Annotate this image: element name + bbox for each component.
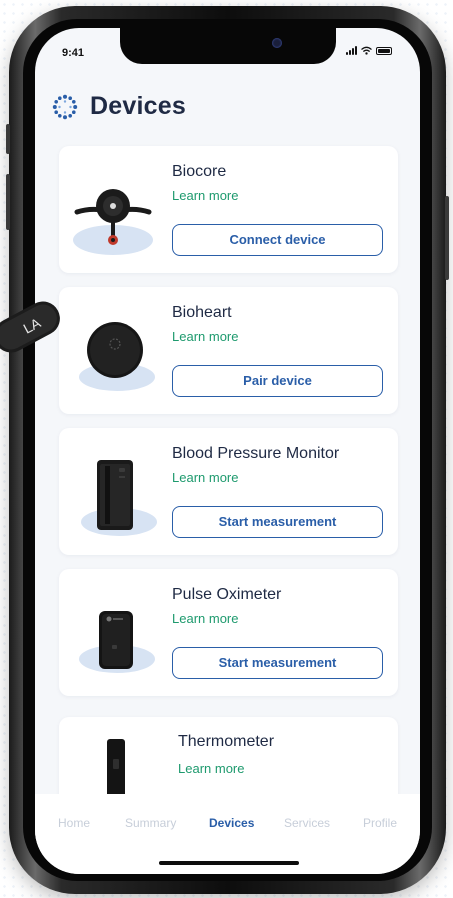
learn-more-link[interactable]: Learn more: [172, 470, 238, 485]
learn-more-link[interactable]: Learn more: [178, 761, 244, 776]
blood-pressure-monitor-image: [81, 460, 157, 536]
bottom-tab-bar: Home Summary Devices Services Profile: [35, 794, 420, 874]
tab-home[interactable]: Home: [58, 816, 90, 830]
side-button: [6, 124, 10, 154]
floating-badge: LA: [0, 301, 60, 353]
tab-summary[interactable]: Summary: [125, 816, 176, 830]
tab-devices[interactable]: Devices: [209, 816, 254, 830]
status-time: 9:41: [62, 47, 85, 59]
bioheart-device-image: [79, 322, 155, 391]
page-title: Devices: [90, 92, 186, 120]
device-card-bioheart: Bioheart Learn more Pair device: [59, 287, 398, 414]
connect-device-button[interactable]: Connect device: [172, 224, 383, 256]
status-icons: [346, 46, 392, 55]
learn-more-link[interactable]: Learn more: [172, 611, 238, 626]
tab-services[interactable]: Services: [284, 816, 330, 830]
wifi-icon: [361, 46, 372, 55]
learn-more-link[interactable]: Learn more: [172, 188, 238, 203]
page-header: Devices: [52, 92, 186, 121]
device-card-biocore: Biocore Learn more Connect device: [59, 146, 398, 273]
battery-icon: [376, 46, 392, 55]
device-name: Thermometer: [178, 733, 275, 750]
notch: [120, 28, 336, 64]
start-measurement-button[interactable]: Start measurement: [172, 506, 383, 538]
device-card-blood-pressure-monitor: Blood Pressure Monitor Learn more Start …: [59, 428, 398, 555]
tab-profile[interactable]: Profile: [363, 816, 397, 830]
start-measurement-button[interactable]: Start measurement: [172, 647, 383, 679]
camera: [272, 38, 282, 48]
home-indicator: [159, 861, 299, 865]
device-card-pulse-oximeter: Pulse Oximeter Learn more Start measurem…: [59, 569, 398, 696]
side-button: [6, 174, 10, 230]
device-name: Bioheart: [172, 304, 232, 321]
app-screen: 9:41 Devices Biocore Learn more Connect …: [35, 28, 420, 874]
device-name: Pulse Oximeter: [172, 586, 282, 603]
devices-logo-icon: [52, 94, 78, 119]
side-button: [445, 196, 449, 280]
biocore-device-image: [73, 189, 153, 255]
signal-icon: [346, 46, 357, 55]
pulse-oximeter-image: [79, 611, 155, 673]
device-name: Blood Pressure Monitor: [172, 445, 340, 462]
device-name: Biocore: [172, 163, 227, 180]
pair-device-button[interactable]: Pair device: [172, 365, 383, 397]
learn-more-link[interactable]: Learn more: [172, 329, 238, 344]
